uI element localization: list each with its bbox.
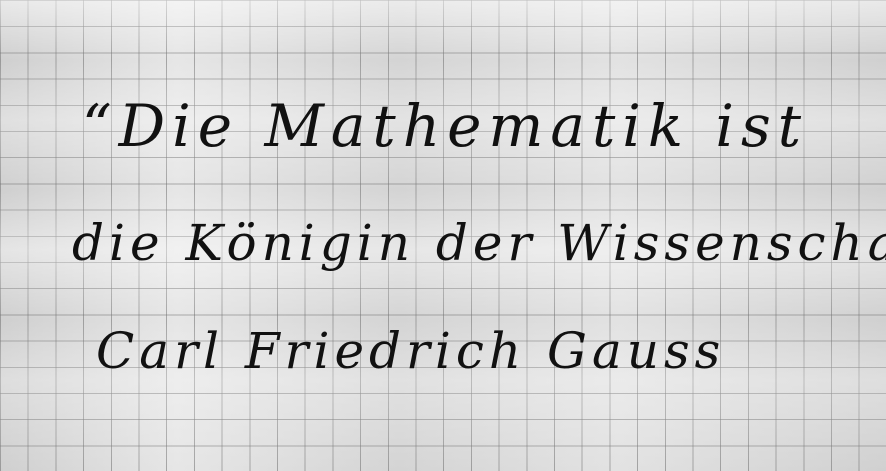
grid-paper-background: “Die Mathematik ist die Königin der Wiss… bbox=[0, 0, 886, 471]
quote-line-1: “Die Mathematik ist bbox=[82, 92, 809, 160]
quote-line-2: die Königin der Wissenschaften” bbox=[72, 214, 886, 272]
quote-author: Carl Friedrich Gauss bbox=[96, 322, 726, 380]
